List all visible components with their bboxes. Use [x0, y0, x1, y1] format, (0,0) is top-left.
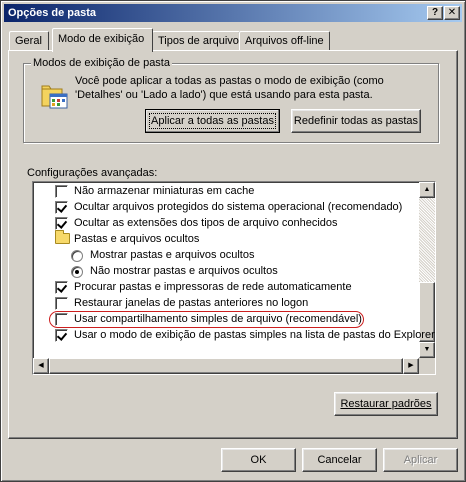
setting-label: Restaurar janelas de pastas anteriores n…	[74, 297, 309, 309]
checkbox-unchecked[interactable]	[55, 185, 68, 198]
advanced-settings-list[interactable]: ▲ ▼ ◀ ▶ Não armazenar miniaturas em cach…	[32, 181, 436, 375]
ok-button[interactable]: OK	[221, 448, 296, 472]
advanced-settings-label: Configurações avançadas:	[27, 167, 158, 179]
setting-label: Ocultar arquivos protegidos do sistema o…	[74, 201, 403, 213]
horizontal-scrollbar[interactable]: ◀ ▶	[33, 358, 419, 374]
radio-selected[interactable]	[71, 266, 83, 278]
setting-row[interactable]: Usar compartilhamento simples de arquivo…	[35, 311, 423, 327]
checkbox-checked[interactable]	[55, 201, 68, 214]
setting-label: Ocultar as extensões dos tipos de arquiv…	[74, 217, 338, 229]
tab-view[interactable]: Modo de exibição	[52, 28, 153, 52]
folder-options-dialog: Opções de pasta ? ✕ Geral Modo de exibiç…	[0, 0, 466, 482]
scroll-left-icon[interactable]: ◀	[33, 358, 49, 374]
setting-row[interactable]: Não mostrar pastas e arquivos ocultos	[35, 263, 423, 279]
setting-row[interactable]: Usar o modo de exibição de pastas simple…	[35, 327, 435, 343]
checkbox-unchecked[interactable]	[55, 313, 68, 326]
restore-defaults-button[interactable]: Restaurar padrões	[334, 392, 438, 416]
help-button[interactable]: ?	[427, 6, 443, 20]
folder-icon	[55, 230, 70, 244]
setting-label: Pastas e arquivos ocultos	[74, 233, 200, 245]
folder-views-description: Você pode aplicar a todas as pastas o mo…	[75, 75, 384, 101]
checkbox-unchecked[interactable]	[55, 297, 68, 310]
setting-row[interactable]: Ocultar arquivos protegidos do sistema o…	[35, 199, 423, 215]
apply-button[interactable]: Aplicar	[383, 448, 458, 472]
apply-to-all-folders-label: Aplicar a todas as pastas	[149, 112, 276, 129]
setting-row[interactable]: Não armazenar miniaturas em cache	[35, 183, 423, 199]
cancel-button[interactable]: Cancelar	[302, 448, 377, 472]
setting-label: Não mostrar pastas e arquivos ocultos	[90, 265, 278, 277]
setting-label: Não armazenar miniaturas em cache	[74, 185, 255, 197]
restore-defaults-label: Restaurar padrões	[340, 397, 432, 410]
tab-file-types[interactable]: Tipos de arquivo	[152, 31, 240, 51]
setting-label: Usar compartilhamento simples de arquivo…	[74, 313, 362, 325]
tab-general[interactable]: Geral	[9, 31, 49, 51]
setting-row[interactable]: Ocultar as extensões dos tipos de arquiv…	[35, 215, 423, 231]
scroll-corner	[419, 358, 435, 374]
setting-row[interactable]: Mostrar pastas e arquivos ocultos	[35, 247, 423, 263]
scroll-right-icon[interactable]: ▶	[403, 358, 419, 374]
reset-all-folders-button[interactable]: Redefinir todas as pastas	[291, 109, 421, 133]
title-bar[interactable]: Opções de pasta ? ✕	[4, 4, 462, 22]
scroll-down-icon[interactable]: ▼	[419, 342, 435, 358]
setting-label: Mostrar pastas e arquivos ocultos	[90, 249, 255, 261]
checkbox-checked[interactable]	[55, 329, 68, 342]
radio-unselected[interactable]	[71, 250, 83, 262]
checkbox-checked[interactable]	[55, 281, 68, 294]
horizontal-scroll-thumb[interactable]	[49, 358, 403, 374]
checkbox-checked[interactable]	[55, 217, 68, 230]
apply-to-all-folders-button[interactable]: Aplicar a todas as pastas	[145, 109, 280, 133]
setting-row[interactable]: Procurar pastas e impressoras de rede au…	[35, 279, 423, 295]
tab-offline-files[interactable]: Arquivos off-line	[239, 31, 330, 51]
close-button[interactable]: ✕	[444, 6, 460, 20]
setting-row[interactable]: Restaurar janelas de pastas anteriores n…	[35, 295, 423, 311]
setting-row: Pastas e arquivos ocultos	[35, 230, 423, 247]
window-title: Opções de pasta	[8, 7, 97, 19]
setting-label: Usar o modo de exibição de pastas simple…	[74, 329, 435, 341]
setting-label: Procurar pastas e impressoras de rede au…	[74, 281, 352, 293]
folder-views-icon	[41, 85, 68, 109]
folder-views-legend: Modos de exibição de pasta	[31, 57, 172, 69]
